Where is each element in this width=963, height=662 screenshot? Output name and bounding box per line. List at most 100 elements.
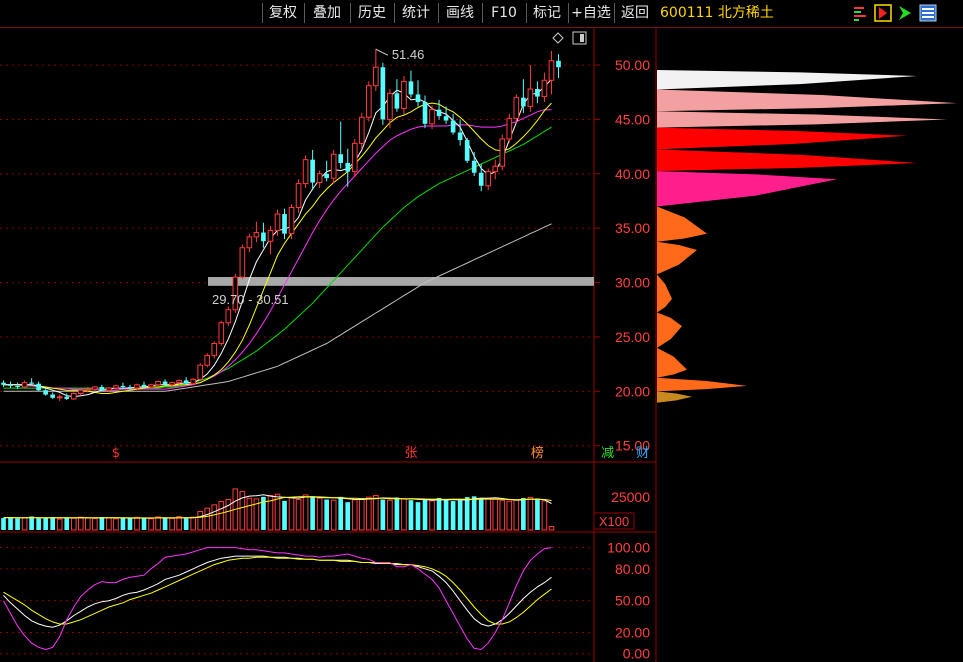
- candle[interactable]: [1, 380, 6, 387]
- volume-bar[interactable]: [113, 518, 119, 531]
- mark-button[interactable]: 标记: [526, 3, 567, 23]
- candle[interactable]: [492, 159, 499, 180]
- candle[interactable]: [422, 95, 428, 129]
- arrow-icon[interactable]: [896, 4, 914, 22]
- chart-area[interactable]: 50.0045.0040.0035.0030.0025.0020.0015.00…: [0, 27, 963, 662]
- candle[interactable]: [21, 380, 28, 389]
- volume-bar[interactable]: [211, 504, 218, 531]
- candle[interactable]: [373, 49, 379, 92]
- volume-bar[interactable]: [380, 499, 386, 530]
- history-button[interactable]: 历史: [350, 3, 393, 23]
- candle[interactable]: [506, 114, 513, 143]
- volume-bar[interactable]: [492, 498, 499, 531]
- volume-bar[interactable]: [204, 507, 211, 531]
- volume-bar[interactable]: [70, 517, 77, 531]
- volume-bar[interactable]: [36, 518, 41, 530]
- volume-bar[interactable]: [408, 500, 414, 530]
- volume-bar[interactable]: [282, 500, 287, 530]
- volume-bar[interactable]: [513, 499, 520, 531]
- volume-bar[interactable]: [394, 497, 400, 530]
- volume-bar[interactable]: [43, 517, 48, 530]
- candle[interactable]: [358, 112, 365, 149]
- candle[interactable]: [471, 152, 477, 176]
- draw-line-button[interactable]: 画线: [438, 3, 481, 23]
- volume-bar[interactable]: [499, 499, 506, 531]
- flag-icon[interactable]: [874, 4, 892, 22]
- volume-bar[interactable]: [401, 497, 407, 531]
- candles[interactable]: [1, 49, 561, 402]
- candle[interactable]: [36, 381, 41, 392]
- candle[interactable]: [408, 70, 414, 98]
- volume-bar[interactable]: [478, 498, 484, 530]
- volume-bar[interactable]: [127, 518, 133, 530]
- volume-bar[interactable]: [316, 497, 323, 531]
- volume-bar[interactable]: [197, 510, 204, 531]
- candle[interactable]: [401, 75, 407, 114]
- volume-bar[interactable]: [92, 518, 98, 531]
- volume-bar[interactable]: [295, 499, 302, 531]
- candle[interactable]: [499, 134, 506, 171]
- candle[interactable]: [541, 72, 548, 103]
- volume-bar[interactable]: [190, 516, 197, 531]
- candle[interactable]: [436, 99, 442, 120]
- candle[interactable]: [190, 378, 197, 385]
- f10-button[interactable]: F10: [482, 3, 525, 23]
- volume-bar[interactable]: [485, 497, 492, 531]
- volume-bar[interactable]: [521, 497, 526, 530]
- volume-bar[interactable]: [148, 518, 154, 531]
- add-watchlist-button[interactable]: +自选: [568, 3, 613, 23]
- candle[interactable]: [338, 121, 344, 169]
- candle[interactable]: [302, 155, 309, 188]
- candle[interactable]: [351, 139, 358, 178]
- volume-bar[interactable]: [548, 526, 555, 531]
- volume-bar[interactable]: [169, 517, 175, 531]
- candle[interactable]: [288, 204, 295, 240]
- volume-bar[interactable]: [50, 517, 56, 530]
- candle[interactable]: [457, 119, 463, 146]
- volume-bar[interactable]: [8, 517, 13, 530]
- candle[interactable]: [330, 149, 337, 184]
- candle[interactable]: [267, 226, 274, 255]
- volume-bar[interactable]: [162, 517, 168, 530]
- candle[interactable]: [92, 385, 98, 392]
- statistics-button[interactable]: 统计: [394, 3, 437, 23]
- volume-bar[interactable]: [77, 516, 84, 531]
- volume-bar[interactable]: [155, 516, 161, 531]
- volume-bar[interactable]: [436, 497, 442, 530]
- volume-bar[interactable]: [84, 517, 91, 531]
- volume-bar[interactable]: [338, 496, 344, 530]
- overlay-button[interactable]: 叠加: [304, 3, 349, 23]
- volume-bar[interactable]: [330, 499, 337, 531]
- volume-bar[interactable]: [134, 516, 140, 531]
- volume-bar[interactable]: [288, 497, 295, 531]
- candle[interactable]: [261, 222, 266, 248]
- volume-bar[interactable]: [246, 497, 253, 531]
- volume-bar[interactable]: [218, 501, 225, 531]
- candle[interactable]: [464, 137, 470, 163]
- volume-bar[interactable]: [443, 499, 449, 530]
- candle[interactable]: [556, 54, 561, 79]
- volume-bar[interactable]: [365, 496, 372, 531]
- volume-bar[interactable]: [464, 497, 470, 530]
- candle[interactable]: [295, 179, 302, 213]
- candle[interactable]: [211, 341, 218, 359]
- volume-bar[interactable]: [21, 517, 28, 531]
- candle[interactable]: [56, 394, 63, 402]
- volume-bar[interactable]: [415, 502, 421, 530]
- candle[interactable]: [197, 363, 204, 381]
- volume-bar[interactable]: [29, 516, 34, 530]
- candle[interactable]: [43, 388, 48, 396]
- candle[interactable]: [316, 170, 323, 188]
- candle[interactable]: [527, 65, 534, 112]
- volume-bar[interactable]: [64, 517, 70, 530]
- candle[interactable]: [70, 392, 77, 401]
- candle[interactable]: [183, 377, 189, 385]
- candle[interactable]: [478, 164, 484, 192]
- back-button[interactable]: 返回: [614, 3, 655, 23]
- bar-chart-icon[interactable]: [852, 4, 870, 22]
- volume-bar[interactable]: [141, 518, 147, 530]
- candle[interactable]: [380, 62, 386, 125]
- volume-bar[interactable]: [429, 500, 435, 531]
- candle[interactable]: [310, 149, 315, 191]
- candle[interactable]: [450, 114, 456, 135]
